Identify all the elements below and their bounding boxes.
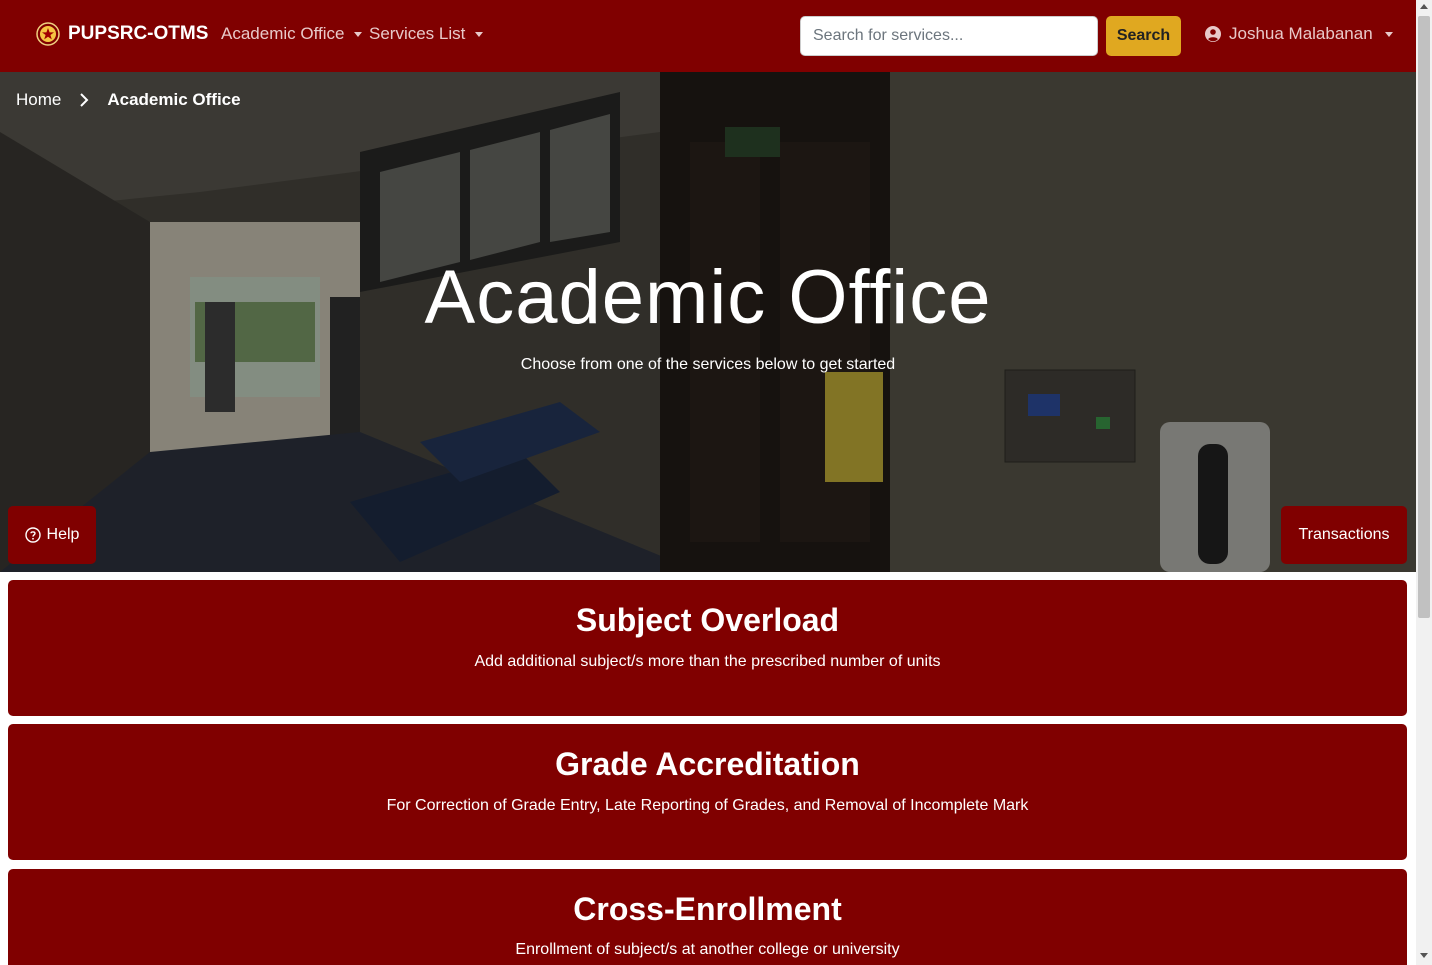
transactions-button[interactable]: Transactions (1281, 506, 1407, 564)
breadcrumb-current: Academic Office (107, 90, 241, 109)
page: PUPSRC-OTMS Academic Office Services Lis… (0, 0, 1416, 965)
service-description: Add additional subject/s more than the p… (474, 653, 941, 670)
service-title: Cross-Enrollment (573, 891, 842, 927)
user-menu-dropdown[interactable]: Joshua Malabanan (1205, 24, 1393, 44)
question-circle-icon (24, 527, 41, 543)
scroll-thumb[interactable] (1418, 16, 1430, 618)
vertical-scrollbar[interactable] (1416, 0, 1432, 965)
user-circle-icon (1205, 26, 1221, 42)
hero-banner: Home Academic Office Academic Office Cho… (0, 72, 1416, 572)
service-card-grade-accreditation[interactable]: Grade Accreditation For Correction of Gr… (8, 724, 1407, 860)
nav-academic-office-dropdown[interactable]: Academic Office (221, 24, 363, 44)
breadcrumb: Home Academic Office (16, 90, 241, 110)
service-title: Grade Accreditation (555, 746, 860, 782)
scroll-down-arrow-icon[interactable] (1420, 953, 1428, 958)
scroll-up-arrow-icon[interactable] (1420, 4, 1428, 9)
nav-services-list-label: Services List (369, 24, 466, 43)
nav-services-list-dropdown[interactable]: Services List (369, 24, 484, 44)
search-input[interactable] (800, 16, 1098, 56)
brand[interactable]: PUPSRC-OTMS (36, 22, 208, 46)
caret-down-icon (1384, 31, 1393, 37)
service-title: Subject Overload (575, 602, 840, 638)
help-button-label: Help (46, 526, 80, 543)
search-button[interactable]: Search (1106, 16, 1181, 56)
service-card-subject-overload[interactable]: Subject Overload Add additional subject/… (8, 580, 1407, 716)
breadcrumb-home-link[interactable]: Home (16, 90, 61, 110)
service-card-cross-enrollment[interactable]: Cross-Enrollment Enrollment of subject/s… (8, 869, 1407, 965)
service-description: For Correction of Grade Entry, Late Repo… (386, 797, 1029, 814)
pup-seal-icon (36, 22, 60, 46)
service-description: Enrollment of subject/s at another colle… (515, 941, 900, 958)
user-name: Joshua Malabanan (1229, 24, 1373, 43)
caret-down-icon (475, 31, 484, 37)
caret-down-icon (354, 31, 363, 37)
nav-academic-office-label: Academic Office (221, 24, 345, 43)
chevron-right-icon (80, 93, 89, 107)
page-title: Academic Office (424, 255, 992, 340)
help-button[interactable]: Help (8, 506, 96, 564)
brand-name: PUPSRC-OTMS (68, 23, 209, 44)
page-subtitle: Choose from one of the services below to… (520, 356, 896, 373)
top-navbar: PUPSRC-OTMS Academic Office Services Lis… (0, 0, 1416, 72)
